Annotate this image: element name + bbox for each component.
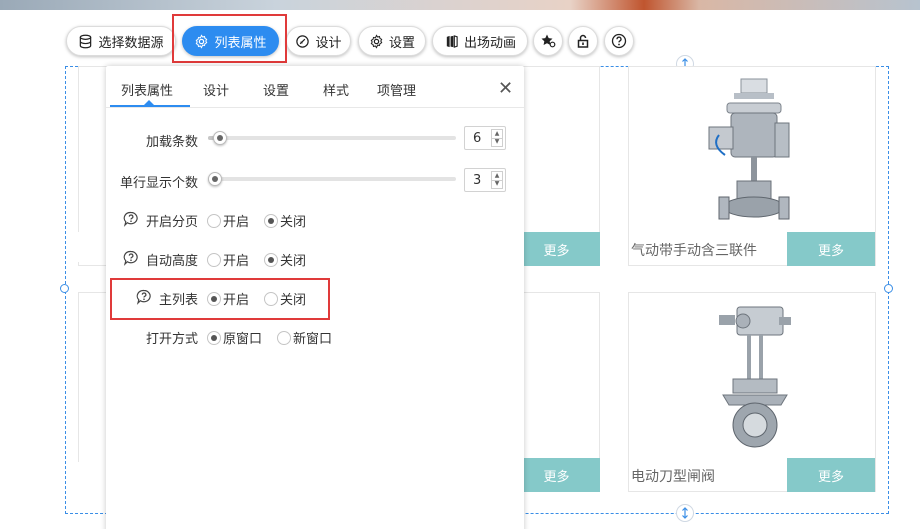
vertical-arrows-icon <box>682 507 688 519</box>
auto-height-off-option[interactable]: 关闭 <box>264 250 306 269</box>
star-gear-icon <box>541 34 556 48</box>
open-mode-same-window-option[interactable]: 原窗口 <box>207 328 262 347</box>
list-properties-panel: 列表属性 设计 设置 样式 项管理 ✕ 加载条数 6 ▲ ▼ 单行显示个数 3 ▲… <box>106 66 524 529</box>
auto-height-on-option[interactable]: 开启 <box>207 250 249 269</box>
settings-button[interactable]: 设置 <box>358 26 426 56</box>
list-props-button[interactable]: 列表属性 <box>182 26 279 56</box>
knife-gate-valve-image <box>719 306 791 448</box>
paging-label: 开启分页 <box>146 215 199 230</box>
radio-circle[interactable] <box>207 252 221 267</box>
select-datasource-button[interactable]: 选择数据源 <box>66 26 176 56</box>
brush-icon <box>296 34 310 48</box>
radio-circle[interactable] <box>207 330 221 345</box>
design-label: 设计 <box>315 35 342 51</box>
stepper-up-icon[interactable]: ▲ <box>492 130 502 138</box>
product-title[interactable]: 电动刀型闸阀 <box>631 466 715 486</box>
resize-bottom-handle[interactable] <box>676 504 694 522</box>
close-icon[interactable]: ✕ <box>498 78 513 99</box>
tab-settings[interactable]: 设置 <box>263 80 289 99</box>
question-icon <box>611 33 627 49</box>
stepper-value: 6 <box>473 131 482 146</box>
per-row-label: 单行显示个数 <box>120 176 199 191</box>
design-button[interactable]: 设计 <box>286 26 351 56</box>
tab-style[interactable]: 样式 <box>323 80 349 99</box>
help-bubble-icon[interactable] <box>136 289 152 305</box>
more-button[interactable]: 更多 <box>787 458 875 492</box>
product-title[interactable]: 气动带手动含三联件 <box>631 240 757 260</box>
radio-circle[interactable] <box>264 252 278 267</box>
more-button[interactable]: 更多 <box>513 458 600 492</box>
per-row-slider[interactable] <box>208 172 456 186</box>
main-list-label: 主列表 <box>159 293 199 308</box>
open-mode-new-window-option[interactable]: 新窗口 <box>277 328 332 347</box>
more-button[interactable]: 更多 <box>513 232 600 266</box>
radio-circle[interactable] <box>277 330 291 345</box>
stepper-up-icon[interactable]: ▲ <box>492 172 502 180</box>
per-row-stepper[interactable]: 3 ▲ ▼ <box>464 168 506 192</box>
option-label: 开启 <box>223 293 250 308</box>
auto-height-label: 自动高度 <box>146 254 199 269</box>
option-label: 关闭 <box>280 215 307 230</box>
settings-label: 设置 <box>388 35 415 51</box>
help-button[interactable] <box>604 26 634 56</box>
load-count-label: 加载条数 <box>146 135 199 150</box>
option-label: 关闭 <box>280 293 307 308</box>
help-bubble-icon[interactable] <box>123 250 139 266</box>
card-notch <box>78 232 106 262</box>
product-card[interactable]: 电动刀型闸阀 更多 <box>628 292 876 492</box>
animation-icon <box>446 34 458 48</box>
paging-on-option[interactable]: 开启 <box>207 211 249 230</box>
option-label: 新窗口 <box>293 332 333 347</box>
gear-icon <box>196 33 208 49</box>
resize-right-handle[interactable] <box>884 284 893 293</box>
stepper-value: 3 <box>473 173 482 188</box>
paging-off-option[interactable]: 关闭 <box>264 211 306 230</box>
open-mode-label: 打开方式 <box>146 332 199 347</box>
radio-circle[interactable] <box>264 213 278 228</box>
option-label: 原窗口 <box>223 332 263 347</box>
main-list-off-option[interactable]: 关闭 <box>264 289 306 308</box>
select-datasource-label: 选择数据源 <box>98 35 164 51</box>
radio-circle[interactable] <box>207 291 221 306</box>
option-label: 关闭 <box>280 254 307 269</box>
active-tab-caret <box>143 100 155 106</box>
stepper-arrows[interactable]: ▲ ▼ <box>491 171 503 189</box>
slider-thumb[interactable] <box>208 172 222 186</box>
gear-icon <box>370 33 383 49</box>
lock-button[interactable] <box>568 26 598 56</box>
main-list-on-option[interactable]: 开启 <box>207 289 249 308</box>
top-banner-strip <box>0 0 920 10</box>
load-count-stepper[interactable]: 6 ▲ ▼ <box>464 126 506 150</box>
favorite-button[interactable] <box>533 26 563 56</box>
panel-tabs: 列表属性 设计 设置 样式 项管理 ✕ <box>106 66 524 108</box>
card-notch <box>78 462 106 492</box>
stepper-arrows[interactable]: ▲ ▼ <box>491 129 503 147</box>
tab-design[interactable]: 设计 <box>203 80 229 99</box>
unlock-icon <box>577 34 589 48</box>
tab-item-management[interactable]: 项管理 <box>377 80 416 99</box>
slider-thumb[interactable] <box>213 131 227 145</box>
entrance-anim-label: 出场动画 <box>463 35 516 51</box>
radio-circle[interactable] <box>207 213 221 228</box>
list-props-label: 列表属性 <box>214 35 267 51</box>
stepper-down-icon[interactable]: ▼ <box>492 137 502 147</box>
resize-left-handle[interactable] <box>60 284 69 293</box>
load-count-slider[interactable] <box>208 131 456 145</box>
product-card[interactable]: 气动带手动含三联件 更多 <box>628 66 876 266</box>
option-label: 开启 <box>223 254 250 269</box>
database-icon <box>80 34 92 48</box>
help-bubble-icon[interactable] <box>123 211 139 227</box>
tab-list-props[interactable]: 列表属性 <box>121 80 173 99</box>
entrance-anim-button[interactable]: 出场动画 <box>432 26 528 56</box>
radio-circle[interactable] <box>264 291 278 306</box>
more-button[interactable]: 更多 <box>787 232 875 266</box>
stepper-down-icon[interactable]: ▼ <box>492 179 502 189</box>
pneumatic-valve-image <box>708 78 790 220</box>
option-label: 开启 <box>223 215 250 230</box>
